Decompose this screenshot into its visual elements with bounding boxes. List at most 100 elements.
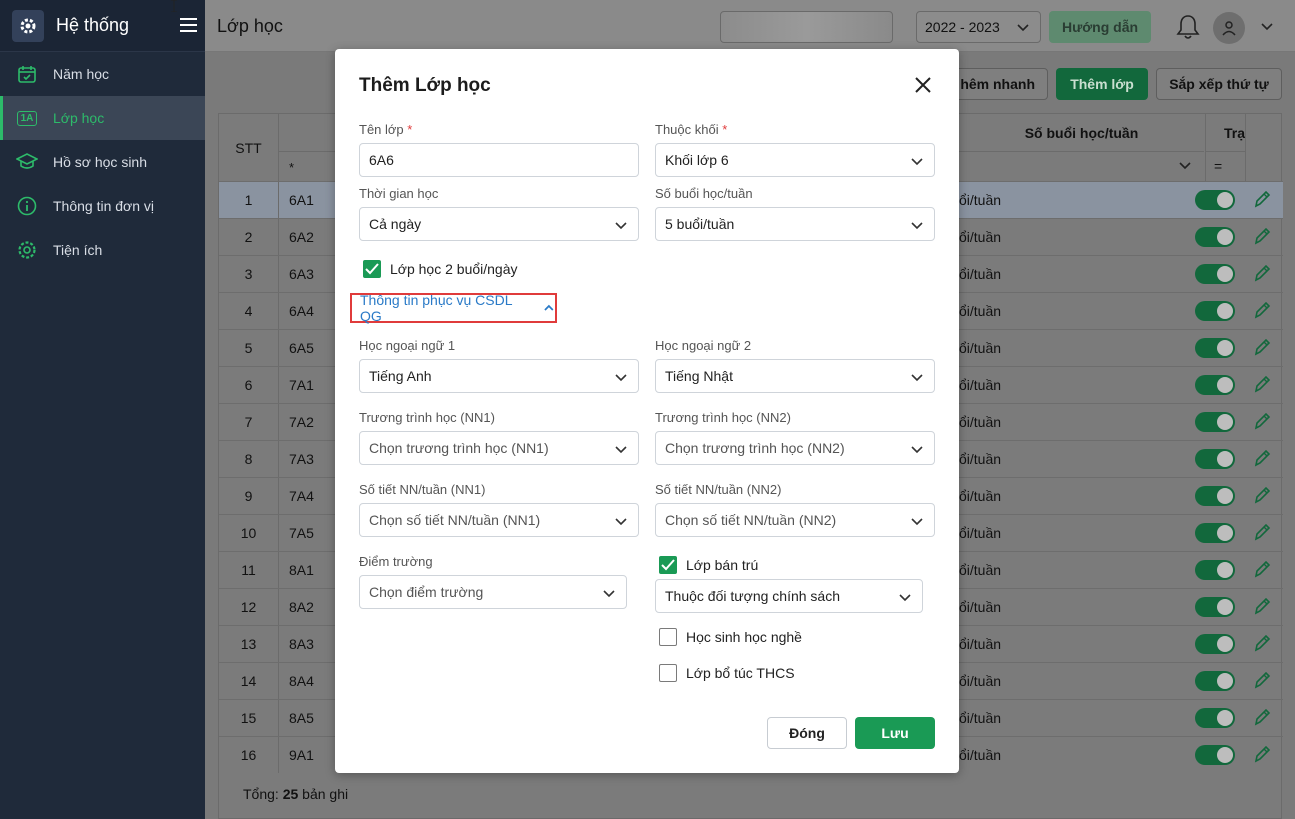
- program-nn2-select[interactable]: Chọn trương trình học (NN2): [655, 431, 935, 465]
- edit-pencil-icon[interactable]: [1253, 670, 1271, 690]
- status-toggle[interactable]: [1195, 597, 1235, 617]
- hamburger-menu-icon[interactable]: [180, 18, 197, 32]
- edit-pencil-icon[interactable]: [1253, 744, 1271, 764]
- sidebar-item-tien-ich[interactable]: Tiện ích: [0, 228, 205, 272]
- national-db-section-toggle[interactable]: Thông tin phục vụ CSDL QG: [350, 292, 557, 324]
- edit-pencil-icon[interactable]: [1253, 596, 1271, 616]
- cell-stt: 6: [219, 367, 279, 403]
- periods-nn1-select[interactable]: Chọn số tiết NN/tuần (NN1): [359, 503, 639, 537]
- cell-so-buoi: ổi/tuần: [959, 599, 1002, 615]
- cell-stt: 10: [219, 515, 279, 551]
- sort-order-button[interactable]: Sắp xếp thứ tự: [1156, 68, 1282, 100]
- periods-nn2-select[interactable]: Chọn số tiết NN/tuần (NN2): [655, 503, 935, 537]
- edit-pencil-icon[interactable]: [1253, 485, 1271, 505]
- edit-pencil-icon[interactable]: [1253, 633, 1271, 653]
- cell-so-buoi: ổi/tuần: [959, 747, 1002, 763]
- status-toggle[interactable]: [1195, 486, 1235, 506]
- status-toggle[interactable]: [1195, 227, 1235, 247]
- status-toggle[interactable]: [1195, 375, 1235, 395]
- class-name-input[interactable]: 6A6: [359, 143, 639, 177]
- school-year-select[interactable]: 2022 - 2023: [916, 11, 1041, 43]
- edit-pencil-icon[interactable]: [1253, 300, 1271, 320]
- supplementary-checkbox[interactable]: [659, 664, 677, 682]
- edit-pencil-icon[interactable]: [1253, 411, 1271, 431]
- status-toggle[interactable]: [1195, 264, 1235, 284]
- boarding-checkbox[interactable]: [659, 556, 677, 574]
- policy-group-select[interactable]: Thuộc đối tượng chính sách: [655, 579, 923, 613]
- add-class-dialog: Thêm Lớp học Tên lớp * 6A6 Thuộc khối * …: [335, 49, 959, 773]
- calendar-icon: [16, 63, 38, 85]
- two-sessions-checkbox[interactable]: [363, 260, 381, 278]
- add-class-button[interactable]: Thêm lớp: [1056, 68, 1148, 100]
- class-badge-icon: 1A: [16, 107, 38, 129]
- cell-stt: 7: [219, 404, 279, 440]
- sessions-per-week-select[interactable]: 5 buổi/tuần: [655, 207, 935, 241]
- vocational-checkbox[interactable]: [659, 628, 677, 646]
- status-toggle[interactable]: [1195, 560, 1235, 580]
- class-name-label: Tên lớp *: [359, 122, 413, 137]
- status-toggle[interactable]: [1195, 412, 1235, 432]
- status-toggle[interactable]: [1195, 449, 1235, 469]
- record-count: 25: [282, 786, 299, 802]
- sidebar-item-nam-hoc[interactable]: Năm học: [0, 52, 205, 96]
- grade-select[interactable]: Khối lớp 6: [655, 143, 935, 177]
- foreign-language-1-label: Học ngoại ngữ 1: [359, 338, 456, 353]
- boarding-label: Lớp bán trú: [686, 557, 759, 573]
- status-toggle[interactable]: [1195, 301, 1235, 321]
- system-gear-icon[interactable]: [12, 9, 44, 42]
- foreign-language-1-select[interactable]: Tiếng Anh: [359, 359, 639, 393]
- avatar[interactable]: [1213, 12, 1245, 44]
- bell-icon[interactable]: [1175, 13, 1201, 41]
- edit-pencil-icon[interactable]: [1253, 263, 1271, 283]
- guide-button[interactable]: Hướng dẫn: [1049, 11, 1151, 43]
- cell-so-buoi: ổi/tuần: [959, 192, 1002, 208]
- chevron-up-icon: [544, 304, 554, 311]
- edit-pencil-icon[interactable]: [1253, 189, 1271, 209]
- grade-label: Thuộc khối *: [655, 122, 728, 137]
- edit-pencil-icon[interactable]: [1253, 707, 1271, 727]
- dialog-title: Thêm Lớp học: [359, 75, 491, 96]
- status-toggle[interactable]: [1195, 671, 1235, 691]
- status-toggle[interactable]: [1195, 338, 1235, 358]
- status-filter[interactable]: =: [1205, 152, 1245, 181]
- status-toggle[interactable]: [1195, 708, 1235, 728]
- edit-pencil-icon[interactable]: [1253, 226, 1271, 246]
- close-icon[interactable]: [913, 75, 933, 95]
- status-toggle[interactable]: [1195, 745, 1235, 765]
- so-buoi-filter[interactable]: [959, 152, 1204, 181]
- edit-pencil-icon[interactable]: [1253, 337, 1271, 357]
- edit-pencil-icon[interactable]: [1253, 374, 1271, 394]
- status-toggle[interactable]: [1195, 190, 1235, 210]
- foreign-language-2-select[interactable]: Tiếng Nhật: [655, 359, 935, 393]
- study-time-select[interactable]: Cả ngày: [359, 207, 639, 241]
- cell-class-name: 8A4: [289, 673, 314, 689]
- graduation-cap-icon: [16, 151, 38, 173]
- status-toggle[interactable]: [1195, 634, 1235, 654]
- name-filter[interactable]: *: [289, 160, 294, 175]
- close-button[interactable]: Đóng: [767, 717, 847, 749]
- cell-class-name: 6A1: [289, 192, 314, 208]
- account-chevron-down-icon[interactable]: [1260, 20, 1274, 34]
- cell-stt: 14: [219, 663, 279, 699]
- sidebar-item-lop-hoc[interactable]: 1A Lớp học: [0, 96, 205, 140]
- edit-pencil-icon[interactable]: [1253, 559, 1271, 579]
- edit-pencil-icon[interactable]: [1253, 522, 1271, 542]
- brand-title[interactable]: Hệ thống: [56, 15, 129, 36]
- edit-pencil-icon[interactable]: [1253, 448, 1271, 468]
- column-header-stt: STT: [219, 114, 279, 181]
- cell-so-buoi: ổi/tuần: [959, 451, 1002, 467]
- chevron-down-icon: [615, 518, 627, 526]
- chevron-down-icon: [603, 590, 615, 598]
- campus-select[interactable]: Chọn điểm trường: [359, 575, 627, 609]
- sidebar-item-label: Tiện ích: [53, 242, 103, 258]
- chevron-down-icon: [1017, 24, 1029, 32]
- cell-so-buoi: ổi/tuần: [959, 673, 1002, 689]
- sidebar: Hệ thống Năm học 1A Lớp học Hồ sơ học si…: [0, 0, 205, 819]
- sidebar-item-ho-so-hoc-sinh[interactable]: Hồ sơ học sinh: [0, 140, 205, 184]
- save-button[interactable]: Lưu: [855, 717, 935, 749]
- program-nn1-select[interactable]: Chọn trương trình học (NN1): [359, 431, 639, 465]
- status-toggle[interactable]: [1195, 523, 1235, 543]
- sidebar-item-thong-tin-don-vi[interactable]: Thông tin đơn vị: [0, 184, 205, 228]
- school-name-blurred: [720, 11, 893, 43]
- cell-stt: 2: [219, 219, 279, 255]
